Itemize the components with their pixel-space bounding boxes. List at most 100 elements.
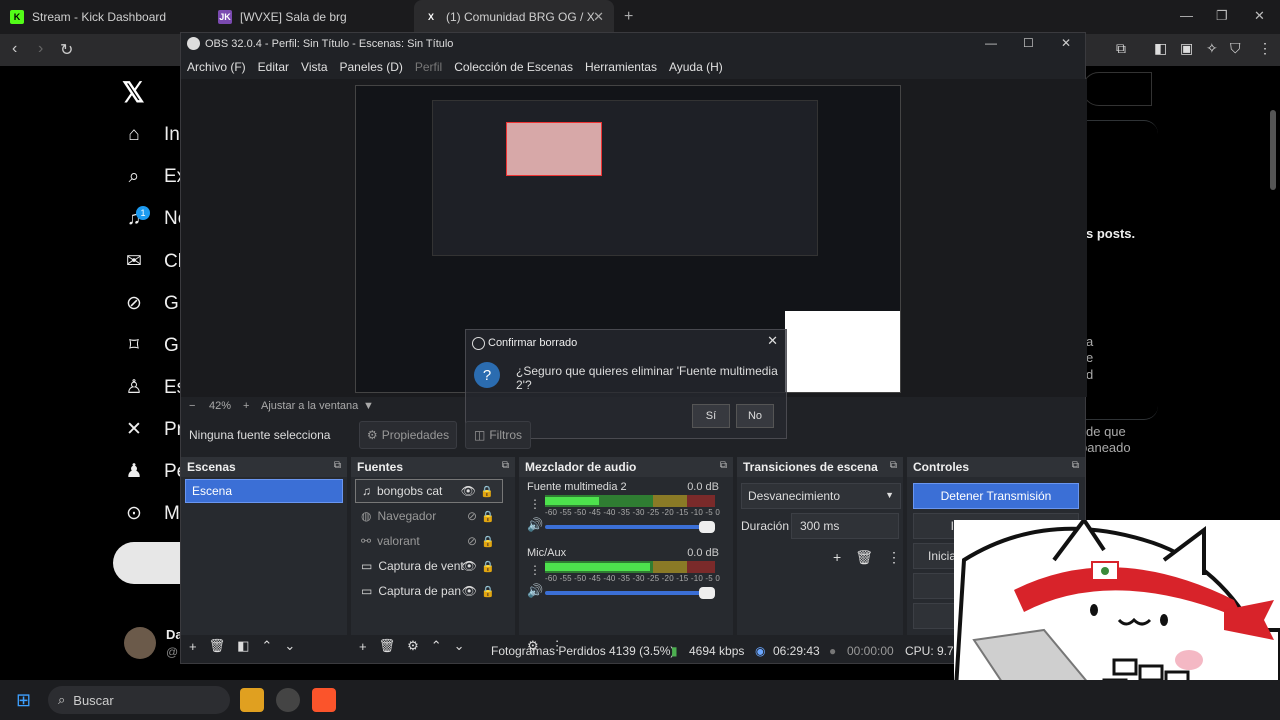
stop-stream-button[interactable]: Detener Transmisión	[913, 483, 1079, 509]
wallet-icon[interactable]: ▣	[1180, 40, 1193, 57]
speaker-icon[interactable]: 🔊	[527, 583, 543, 599]
menu-paneles[interactable]: Paneles (D)	[340, 60, 403, 74]
maximize-icon[interactable]: ❐	[1216, 8, 1228, 24]
eye-hidden-icon[interactable]: ⊘	[467, 509, 477, 523]
fit-window-button[interactable]: Ajustar a la ventana	[261, 400, 358, 412]
transition-select[interactable]: Desvanecimiento ▼	[741, 483, 901, 509]
obs-close-icon[interactable]: ✕	[1061, 36, 1071, 50]
obs-minimize-icon[interactable]: —	[985, 36, 997, 50]
x-icon: X	[427, 12, 434, 22]
eye-icon[interactable]: 👁	[461, 484, 476, 498]
trash-icon[interactable]: 🗑	[855, 549, 873, 566]
lock-icon[interactable]: 🔒	[480, 485, 494, 498]
signal-icon: ▮	[671, 644, 678, 658]
brave-browser-icon[interactable]	[312, 688, 336, 712]
chevron-down-icon: ▼	[885, 490, 894, 500]
nav-chat[interactable]: ✉ Ch	[122, 250, 188, 273]
zoom-in-button[interactable]: +	[243, 400, 249, 412]
properties-button[interactable]: ⚙ Propiedades	[359, 421, 457, 449]
communities-icon: ♙	[125, 377, 143, 398]
more-icon: ⊙	[126, 503, 142, 524]
windows-taskbar: ⊞ ⌕ Buscar	[0, 680, 1280, 720]
shield-icon[interactable]: ⛉	[1230, 40, 1241, 57]
avatar[interactable]	[124, 627, 156, 659]
tab-sala-brg[interactable]: JK [WVXE] Sala de brg	[208, 0, 408, 34]
user-handle: @	[166, 645, 179, 659]
more-icon[interactable]: ⋮	[887, 549, 901, 566]
source-item[interactable]: ♫ bongobs cat 👁 🔒	[355, 479, 503, 503]
scene-item[interactable]: Escena	[185, 479, 343, 503]
eye-hidden-icon[interactable]: ⊘	[467, 534, 477, 548]
close-tab-icon[interactable]: ✕	[593, 9, 604, 25]
dialog-close-icon[interactable]: ✕	[767, 333, 778, 349]
menu-editar[interactable]: Editar	[258, 60, 289, 74]
mail-icon: ✉	[126, 251, 142, 272]
source-item[interactable]: ⚯ valorant ⊘ 🔒	[355, 529, 503, 553]
taskbar-search[interactable]: ⌕ Buscar	[48, 686, 230, 714]
slider-knob[interactable]	[699, 521, 715, 533]
menu-herramientas[interactable]: Herramientas	[585, 60, 657, 74]
source-item[interactable]: ▭ Captura de vent 👁 🔒	[355, 554, 503, 578]
tab-kick-dashboard[interactable]: K Stream - Kick Dashboard	[0, 0, 200, 34]
file-explorer-icon[interactable]	[240, 688, 264, 712]
duration-label: Duración	[741, 519, 790, 533]
channel-menu-icon[interactable]: ⋮	[529, 497, 541, 511]
channel-menu-icon[interactable]: ⋮	[529, 563, 541, 577]
close-window-icon[interactable]: ✕	[1254, 8, 1265, 24]
reload-icon[interactable]: ↻	[60, 40, 73, 60]
filters-button[interactable]: ◫ Filtros	[465, 421, 531, 449]
nav-communities[interactable]: ♙ Es	[122, 376, 186, 399]
popout-icon[interactable]: ⧉	[890, 460, 897, 471]
zoom-out-button[interactable]: −	[189, 400, 195, 412]
obs-taskbar-icon[interactable]	[276, 688, 300, 712]
ai-icon[interactable]: ✧	[1206, 40, 1218, 57]
home-icon: ⌂	[128, 124, 140, 145]
menu-perfil[interactable]: Perfil	[415, 60, 442, 74]
menu-ayuda[interactable]: Ayuda (H)	[669, 60, 723, 74]
duration-input[interactable]: 300 ms	[791, 513, 899, 539]
page-scrollbar[interactable]	[1270, 110, 1276, 190]
nav-grok[interactable]: ⊘ Gr	[122, 292, 185, 315]
add-icon[interactable]: +	[833, 549, 841, 566]
windows-start-icon[interactable]: ⊞	[16, 690, 31, 711]
slider-knob[interactable]	[699, 587, 715, 599]
back-icon[interactable]: ‹	[12, 40, 17, 58]
popout-icon[interactable]: ⧉	[334, 460, 341, 471]
x-logo[interactable]: 𝕏	[122, 76, 145, 109]
menu-vista[interactable]: Vista	[301, 60, 327, 74]
obs-preview[interactable]: Confirmar borrado ✕ ? ¿Seguro que quiere…	[181, 79, 1087, 439]
controls-title: Controles	[913, 460, 970, 474]
obs-maximize-icon[interactable]: ☐	[1023, 36, 1034, 50]
nav-explore[interactable]: ⌕ Ex	[122, 166, 187, 188]
lock-icon[interactable]: 🔒	[481, 560, 495, 573]
lock-icon[interactable]: 🔒	[481, 585, 495, 598]
menu-coleccion[interactable]: Colección de Escenas	[454, 60, 573, 74]
zoom-dropdown-icon[interactable]: ▼	[363, 400, 374, 412]
forward-icon[interactable]: ›	[38, 40, 43, 58]
eye-icon[interactable]: 👁	[462, 559, 477, 573]
volume-slider[interactable]	[545, 521, 715, 533]
new-tab-button[interactable]: +	[624, 8, 633, 26]
minimize-icon[interactable]: —	[1180, 8, 1193, 23]
x-search-box[interactable]	[1082, 72, 1152, 106]
popout-icon[interactable]: ⧉	[1072, 460, 1079, 471]
lock-icon[interactable]: 🔒	[481, 510, 495, 523]
sidebar-icon[interactable]: ◧	[1154, 40, 1167, 57]
reader-icon[interactable]: ⧉	[1116, 40, 1126, 57]
popout-icon[interactable]: ⧉	[720, 460, 727, 471]
speaker-icon[interactable]: 🔊	[527, 517, 543, 533]
volume-slider[interactable]	[545, 587, 715, 599]
source-item[interactable]: ▭ Captura de pan 👁 🔒	[355, 579, 503, 603]
properties-label: Propiedades	[381, 428, 450, 442]
search-label: Buscar	[73, 692, 114, 708]
tab-comunidad-brg[interactable]: X (1) Comunidad BRG OG / X ✕	[414, 0, 614, 34]
menu-icon[interactable]: ⋮	[1258, 40, 1272, 57]
popout-icon[interactable]: ⧉	[502, 460, 509, 471]
eye-icon[interactable]: 👁	[462, 584, 477, 598]
nav-profile[interactable]: ♟ Pe	[122, 460, 187, 483]
nav-notifications[interactable]: ♫ No	[122, 208, 188, 230]
lock-icon[interactable]: 🔒	[481, 535, 495, 548]
menu-archivo[interactable]: Archivo (F)	[187, 60, 246, 74]
nav-home[interactable]: ⌂ Ini	[122, 124, 184, 146]
source-item[interactable]: ◍ Navegador ⊘ 🔒	[355, 504, 503, 528]
